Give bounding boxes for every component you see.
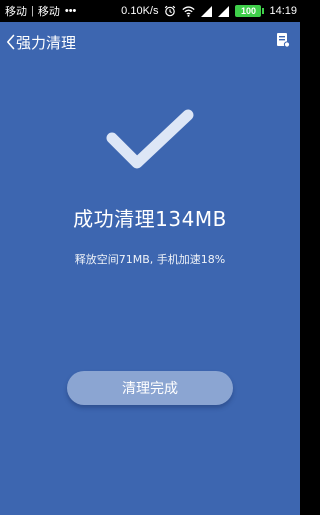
battery-indicator: 100 [235, 5, 265, 17]
back-button[interactable]: 强力清理 [6, 32, 76, 53]
app-screen: 移动 | 移动 ••• 0.10K/s 100 14:19 强力清理 成功清理1… [0, 0, 300, 515]
app-header: 强力清理 [0, 22, 300, 62]
notification-dots: ••• [64, 5, 77, 17]
carrier-2: 移动 [37, 6, 60, 18]
wifi-icon [182, 5, 196, 17]
success-check-container [0, 108, 300, 176]
status-indicators: 0.10K/s 100 14:19 [121, 5, 297, 17]
page-title: 强力清理 [16, 33, 77, 52]
alarm-icon [164, 5, 176, 17]
result-subtitle: 释放空间71MB, 手机加速18% [74, 253, 226, 266]
battery-level: 100 [240, 6, 256, 16]
done-button-label: 清理完成 [122, 381, 178, 397]
report-icon [276, 32, 291, 52]
network-speed: 0.10K/s [121, 5, 159, 17]
status-bar: 移动 | 移动 ••• 0.10K/s 100 14:19 [0, 0, 300, 22]
signal-icon-1 [201, 5, 213, 17]
checkmark-icon [105, 108, 195, 176]
result-title: 成功清理134MB [73, 207, 227, 231]
done-button[interactable]: 清理完成 [67, 371, 233, 405]
signal-icon-2 [218, 5, 230, 17]
clock: 14:19 [269, 5, 297, 17]
carrier-1: 移动 [5, 6, 27, 18]
carrier-separator: | [31, 5, 34, 17]
carrier-info: 移动 | 移动 ••• [5, 3, 76, 19]
report-button[interactable] [276, 32, 291, 52]
chevron-left-icon [6, 34, 15, 50]
